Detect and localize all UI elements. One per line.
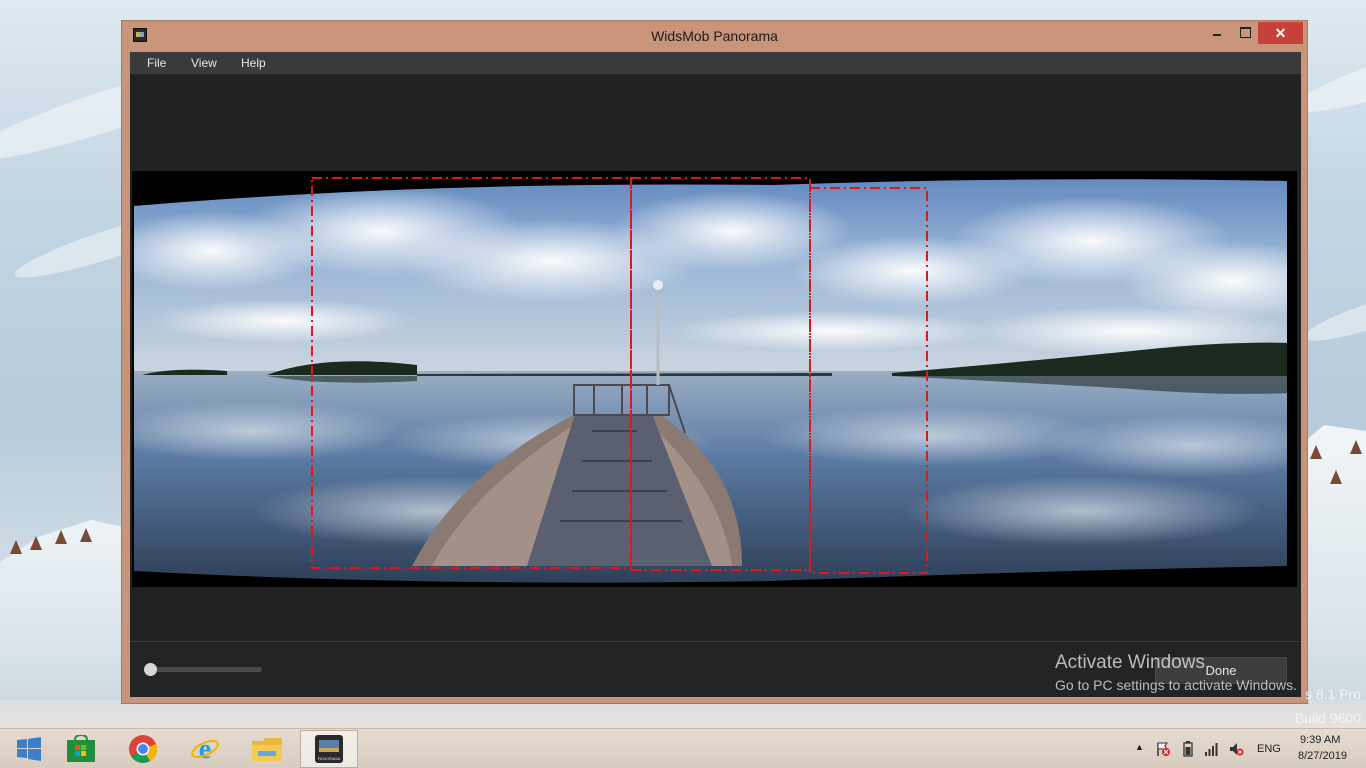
taskbar: e PANORAMA ▲ ENG 9:39 AM 8/27/2019 [0,728,1366,768]
desktop-tree [55,530,67,544]
desktop-tree [10,540,22,554]
activation-watermark-subtitle: Go to PC settings to activate Windows. [1055,677,1297,693]
desktop-tree [1310,445,1322,459]
title-bar[interactable]: WidsMob Panorama ✕ [122,21,1307,51]
svg-text:e: e [199,734,211,764]
zoom-slider-handle[interactable] [144,663,157,676]
desktop-cloud-streak [1299,275,1366,351]
maximize-button[interactable] [1232,22,1258,43]
desktop-tree [1330,470,1342,484]
panorama-photo [134,177,1287,583]
app-client-area: File View Help Done [130,52,1301,697]
desktop-tree [30,536,42,550]
widsmob-panorama-taskbar-button[interactable]: PANORAMA [300,730,358,768]
clock-time[interactable]: 9:39 AM [1300,734,1340,746]
input-language-indicator[interactable]: ENG [1257,743,1281,755]
zoom-slider[interactable] [144,663,262,676]
clock-date[interactable]: 8/27/2019 [1298,750,1347,762]
show-hidden-icons-icon[interactable]: ▲ [1135,742,1144,752]
os-build-text: Build 9600 [1294,710,1361,726]
network-signal-icon[interactable] [1204,741,1220,757]
os-edition-text: s 8.1 Pro [1304,686,1361,702]
volume-muted-icon[interactable] [1228,741,1244,757]
panorama-canvas [130,74,1301,641]
action-center-flag-icon[interactable] [1155,741,1171,757]
windows-start-icon[interactable] [0,730,58,768]
menu-bar: File View Help [130,52,1301,74]
taskbar-app-icon-label: PANORAMA [318,756,341,761]
menu-view[interactable]: View [191,56,217,70]
internet-explorer-icon[interactable]: e [176,730,234,768]
panorama-preview-image[interactable] [132,171,1297,587]
desktop-tree [80,528,92,542]
app-window: WidsMob Panorama ✕ File View Help Done [121,20,1308,704]
windows-store-icon[interactable] [52,730,110,768]
window-title: WidsMob Panorama [651,28,778,44]
close-button[interactable]: ✕ [1258,22,1303,44]
minimize-button[interactable] [1204,22,1230,43]
file-explorer-icon[interactable] [238,730,296,768]
battery-icon[interactable] [1180,741,1196,757]
menu-file[interactable]: File [147,56,166,70]
activation-watermark-title: Activate Windows [1055,652,1205,673]
menu-help[interactable]: Help [241,56,266,70]
widsmob-panorama-icon: PANORAMA [315,735,343,763]
desktop-tree [1350,440,1362,454]
desktop-ground [0,700,1366,730]
chrome-icon[interactable] [114,730,172,768]
